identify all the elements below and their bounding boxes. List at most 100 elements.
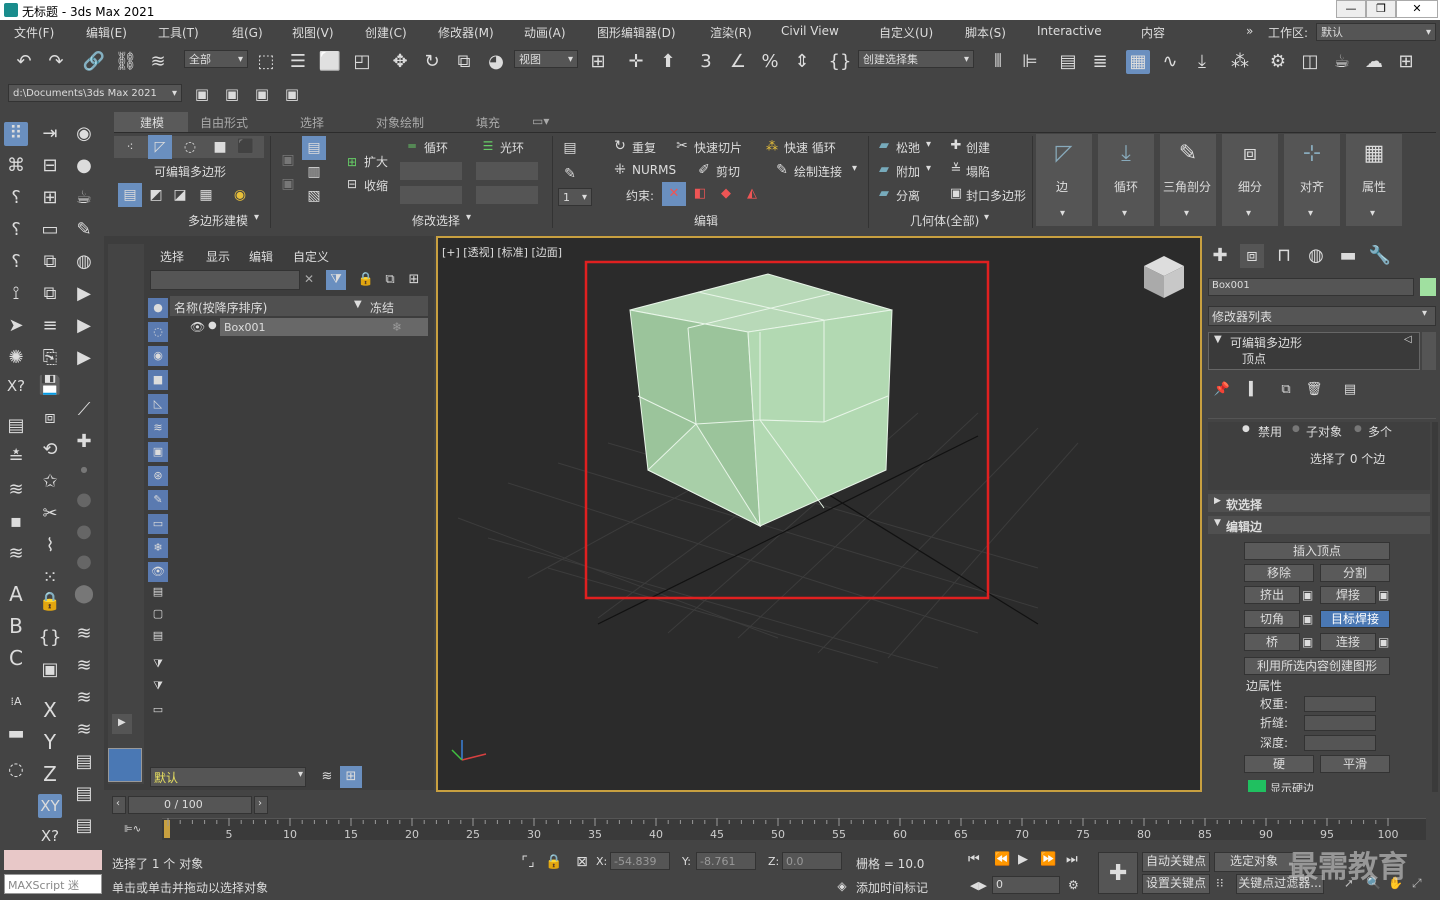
split-button[interactable]: 分割: [1320, 564, 1390, 582]
filter-xref-icon[interactable]: ⊛: [148, 466, 168, 486]
chevron-down-icon[interactable]: ▾: [926, 163, 931, 174]
vertex-snap-icon[interactable]: ⟟: [4, 282, 28, 306]
lock-icon[interactable]: 🔒: [356, 270, 376, 290]
preview-icon[interactable]: ◉: [228, 183, 252, 207]
add-time-tag[interactable]: 添加时间标记: [856, 879, 928, 896]
create-tab-icon[interactable]: ✚: [1208, 244, 1232, 268]
filter-all-icon[interactable]: ▤: [148, 582, 168, 602]
menu-customize[interactable]: 自定义(U): [879, 24, 933, 41]
angle-icon[interactable]: ⸮: [4, 218, 28, 242]
scene-menu-select[interactable]: 选择: [160, 248, 184, 265]
import-icon[interactable]: ⇥: [38, 122, 62, 146]
detach-icon[interactable]: ▰: [872, 182, 896, 206]
extrude-button[interactable]: 挤出: [1244, 586, 1300, 604]
axis-constraint-icon[interactable]: X?: [38, 824, 62, 848]
stack-icon[interactable]: ⧉: [38, 282, 62, 306]
layers-save-icon[interactable]: ▤: [72, 782, 96, 806]
utilities-tab-icon[interactable]: 🔧: [1368, 244, 1392, 268]
paintconnect-icon[interactable]: ✎: [770, 158, 794, 182]
menu-graph-editors[interactable]: 图形编辑器(D): [597, 24, 676, 41]
chevron-down-icon[interactable]: ▾: [926, 139, 931, 150]
visibility-eye-icon[interactable]: 👁: [190, 320, 205, 334]
schematic-view-icon[interactable]: ⤓: [1190, 50, 1214, 74]
properties-big-button[interactable]: ▦ 属性 ▾: [1346, 134, 1402, 226]
expand-panel-button[interactable]: ▶: [112, 714, 132, 734]
ribbon-tab-selection[interactable]: 选择: [300, 114, 324, 131]
maximize-viewport-icon[interactable]: ⤢: [1412, 876, 1422, 891]
chevron-down-icon[interactable]: ▾: [254, 212, 259, 223]
text-a-icon[interactable]: A: [4, 582, 28, 606]
project-settings-icon[interactable]: ▣: [280, 82, 304, 106]
scene-menu-customize[interactable]: 自定义: [293, 248, 329, 265]
lasso-icon[interactable]: ⌘: [4, 154, 28, 178]
detach-label[interactable]: 分离: [896, 187, 920, 204]
edge-big-button[interactable]: ◸ 边 ▾: [1036, 134, 1092, 226]
unlink-icon[interactable]: ⛓: [114, 50, 138, 74]
select-object-icon[interactable]: ⬚: [254, 50, 278, 74]
ring-icon[interactable]: ☰: [476, 134, 500, 158]
stack-sub[interactable]: 顶点: [1242, 350, 1266, 367]
film-icon[interactable]: ▶: [72, 346, 96, 370]
hierarchy-icon[interactable]: ⧉: [380, 270, 400, 290]
ribbon-toggle-icon[interactable]: ▦: [1126, 50, 1150, 74]
chamfer-settings-icon[interactable]: ▣: [1302, 612, 1313, 626]
bridge-button[interactable]: 桥: [1244, 633, 1300, 651]
teapot-icon[interactable]: ☕: [72, 186, 96, 210]
window-crossing-icon[interactable]: ◰: [350, 50, 374, 74]
modifier-icon[interactable]: ▦: [194, 183, 218, 207]
text-b-icon[interactable]: B: [4, 614, 28, 638]
constraint-face-icon[interactable]: ◆: [714, 182, 738, 206]
filter-frozen-icon[interactable]: ❄: [148, 538, 168, 558]
key-mode-icon[interactable]: ◀▶: [970, 879, 987, 892]
scene-menu-edit[interactable]: 编辑: [249, 248, 273, 265]
goto-start-icon[interactable]: ⏮: [968, 852, 980, 867]
menu-scripting[interactable]: 脚本(S): [965, 24, 1006, 41]
show-result-icon[interactable]: ▍: [1244, 378, 1264, 402]
text-c-icon[interactable]: C: [4, 646, 28, 670]
filter-none-icon[interactable]: ▢: [148, 604, 168, 624]
menu-tools[interactable]: 工具(T): [158, 24, 199, 41]
chevron-down-icon[interactable]: ▾: [852, 163, 857, 174]
chevron-down-icon[interactable]: ▾: [1422, 308, 1427, 319]
key-mode-toggle-icon[interactable]: ⁝⁝: [1216, 876, 1224, 890]
dots-a-icon[interactable]: ⁞A: [4, 690, 28, 714]
freeze-icon[interactable]: ❄: [392, 320, 402, 334]
polygon-mode-icon[interactable]: ■: [208, 135, 232, 159]
isolate-icon[interactable]: ⌜⌟: [516, 850, 540, 874]
hierarchy-tab-icon[interactable]: ⊓: [1272, 244, 1296, 268]
filter-container-icon[interactable]: ▭: [148, 514, 168, 534]
selection-filter-dropdown[interactable]: 全部: [184, 50, 248, 68]
box001-mesh[interactable]: [629, 273, 893, 528]
repeat-icon[interactable]: ↻: [608, 134, 632, 158]
constraint-none-icon[interactable]: ✕: [662, 182, 686, 206]
filter-light-icon[interactable]: ◉: [148, 346, 168, 366]
nurms-icon[interactable]: ⁜: [608, 158, 632, 182]
layers-add-icon[interactable]: ≋: [72, 686, 96, 710]
add-layer-icon[interactable]: ≛: [4, 446, 28, 470]
chevron-down-icon[interactable]: ▾: [298, 769, 303, 780]
layer-icon[interactable]: ⊟: [38, 154, 62, 178]
scale-icon[interactable]: ⧉: [452, 50, 476, 74]
time-config-icon[interactable]: ⚙: [1068, 878, 1079, 892]
percent-snap-icon[interactable]: %: [758, 50, 782, 74]
lock-icon[interactable]: 🔒: [38, 590, 62, 614]
depth-spinner[interactable]: [1304, 735, 1376, 751]
render-setup-icon[interactable]: ⚙: [1266, 50, 1290, 74]
media-icon[interactable]: ▶: [72, 314, 96, 338]
render-icon[interactable]: ☕: [1330, 50, 1354, 74]
stack-scrollbar[interactable]: [1422, 332, 1436, 370]
render-cloud-icon[interactable]: ☁: [1362, 50, 1386, 74]
sequence-icon[interactable]: ⧈: [38, 406, 62, 430]
snap-toggle-icon[interactable]: 3: [694, 50, 718, 74]
material-editor-icon[interactable]: ⁂: [1228, 50, 1252, 74]
object-color-swatch[interactable]: [1420, 278, 1436, 296]
align-big-button[interactable]: ⊹ 对齐 ▾: [1284, 134, 1340, 226]
relax-icon[interactable]: ▰: [872, 134, 896, 158]
hard-edge-color-swatch[interactable]: [1248, 780, 1266, 792]
menu-group[interactable]: 组(G): [232, 24, 263, 41]
link-icon[interactable]: 🔗: [82, 50, 106, 74]
radio-disable-icon[interactable]: ●: [1242, 424, 1250, 434]
make-unique-icon[interactable]: ⧉: [1276, 378, 1296, 402]
cap-label[interactable]: 封口多边形: [966, 187, 1026, 204]
filter-camera-icon[interactable]: ■: [148, 370, 168, 390]
